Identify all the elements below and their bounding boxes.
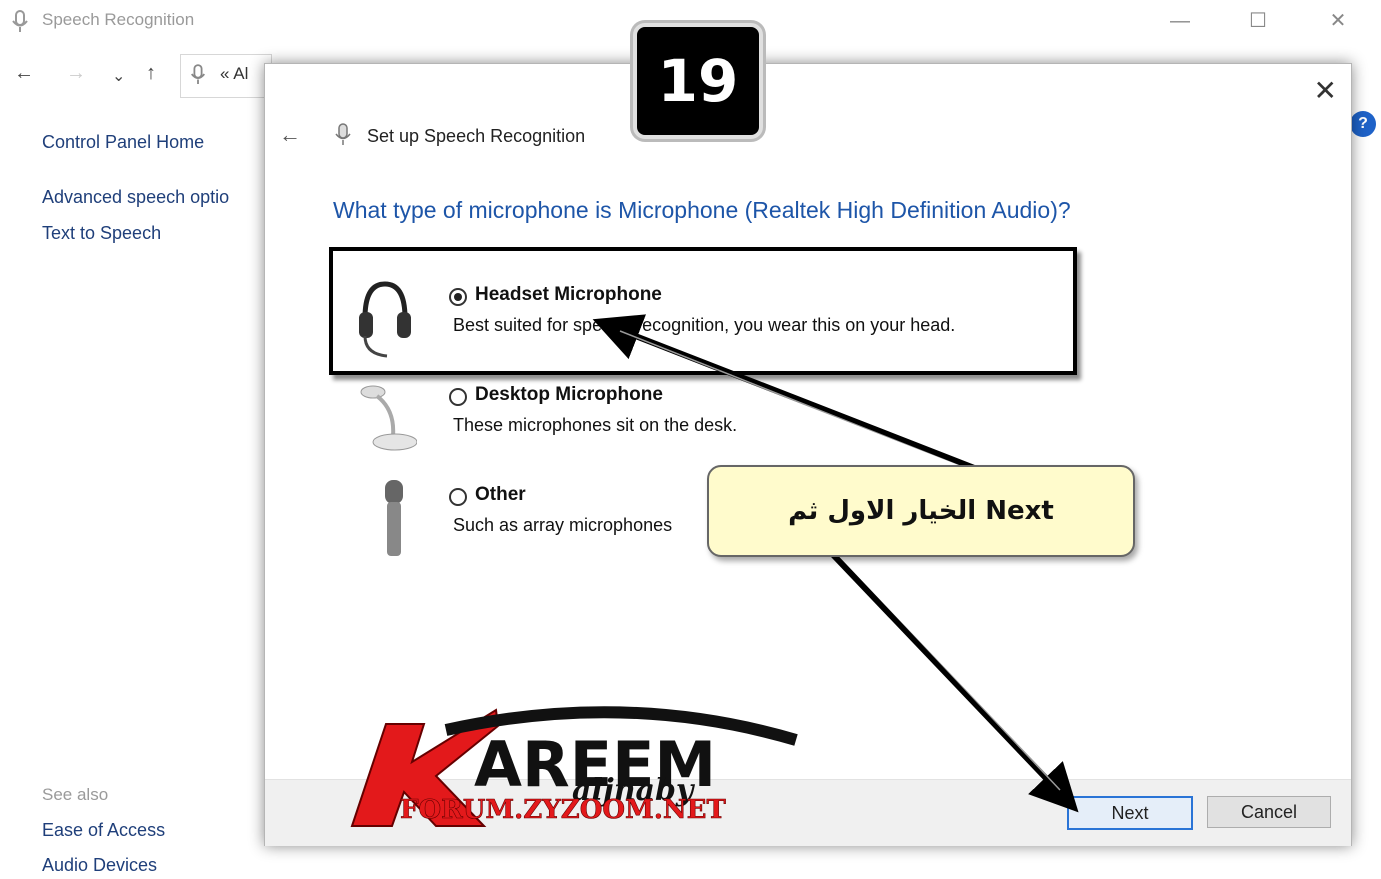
arrow-to-next-button (797, 517, 1079, 813)
logo-url-text: FORUM.ZYZOOM.NET (400, 795, 726, 825)
instruction-callout: الخيار الاول ثم Next (707, 465, 1135, 557)
arrow-highlight (619, 330, 996, 481)
arrow-highlight (803, 517, 1061, 791)
arrow-to-headset-option (592, 314, 1002, 481)
kareem-logo: AREEM aljnaby FORUM.ZYZOOM.NET (350, 706, 798, 827)
